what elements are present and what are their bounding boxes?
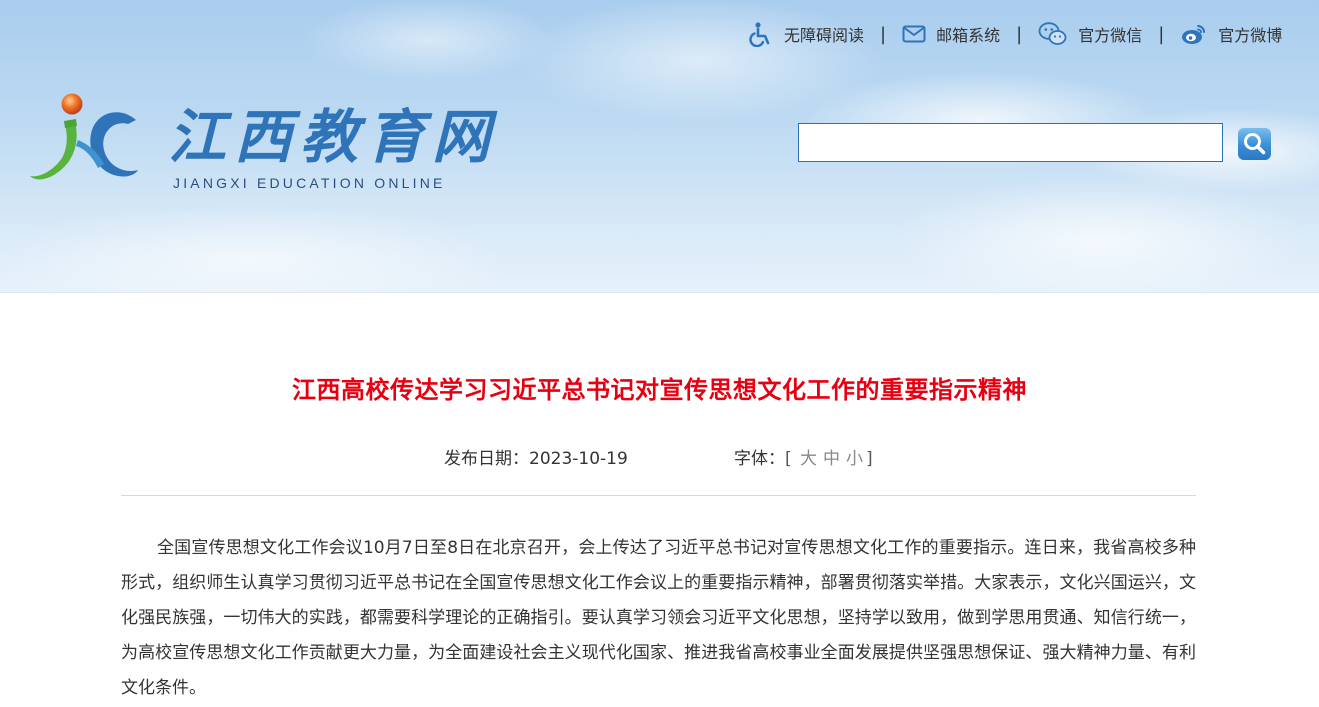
- official-weibo-label: 官方微博: [1218, 26, 1283, 45]
- official-wechat-link[interactable]: 官方微信: [1038, 21, 1142, 47]
- separator: |: [880, 23, 887, 45]
- search-icon: [1238, 127, 1271, 160]
- search-input[interactable]: [798, 123, 1223, 162]
- font-size-medium-button[interactable]: 中: [823, 449, 840, 469]
- site-logo[interactable]: 江西教育网 JIANGXI EDUCATION ONLINE: [28, 88, 498, 198]
- mail-icon: [902, 24, 926, 44]
- official-wechat-label: 官方微信: [1078, 26, 1143, 45]
- separator: |: [1016, 23, 1023, 45]
- meta-divider: [121, 495, 1196, 496]
- separator: |: [1158, 23, 1165, 45]
- logo-english-name: JIANGXI EDUCATION ONLINE: [173, 175, 446, 191]
- font-size-switcher: 字体：[ 大中小]: [734, 444, 873, 469]
- bracket-close: ]: [866, 449, 873, 469]
- logo-emblem-icon: [30, 93, 138, 180]
- wechat-icon: [1038, 21, 1068, 47]
- accessibility-icon: [748, 21, 774, 47]
- logo-chinese-name: 江西教育网: [168, 103, 499, 171]
- header-divider: [0, 292, 1319, 293]
- top-links-bar: 无障碍阅读 | 邮箱系统 | 官方微信 | 官方微博: [748, 20, 1282, 48]
- article-body: 全国宣传思想文化工作会议10月7日至8日在北京召开，会上传达了习近平总书记对宣传…: [121, 538, 1196, 698]
- publish-date: 发布日期：2023-10-19: [444, 449, 628, 469]
- bracket-open: [: [785, 449, 792, 469]
- mail-system-link[interactable]: 邮箱系统: [902, 22, 1000, 46]
- font-size-small-button[interactable]: 小: [846, 449, 863, 469]
- official-weibo-link[interactable]: 官方微博: [1180, 22, 1282, 46]
- search-button[interactable]: [1238, 127, 1271, 160]
- mail-system-label: 邮箱系统: [936, 26, 1001, 45]
- font-size-label: 字体：: [734, 449, 785, 469]
- accessible-reading-link[interactable]: 无障碍阅读: [748, 21, 864, 47]
- weibo-icon: [1180, 22, 1208, 46]
- accessible-reading-label: 无障碍阅读: [784, 26, 865, 45]
- font-size-large-button[interactable]: 大: [800, 449, 817, 469]
- article-title: 江西高校传达学习习近平总书记对宣传思想文化工作的重要指示精神: [292, 376, 1027, 404]
